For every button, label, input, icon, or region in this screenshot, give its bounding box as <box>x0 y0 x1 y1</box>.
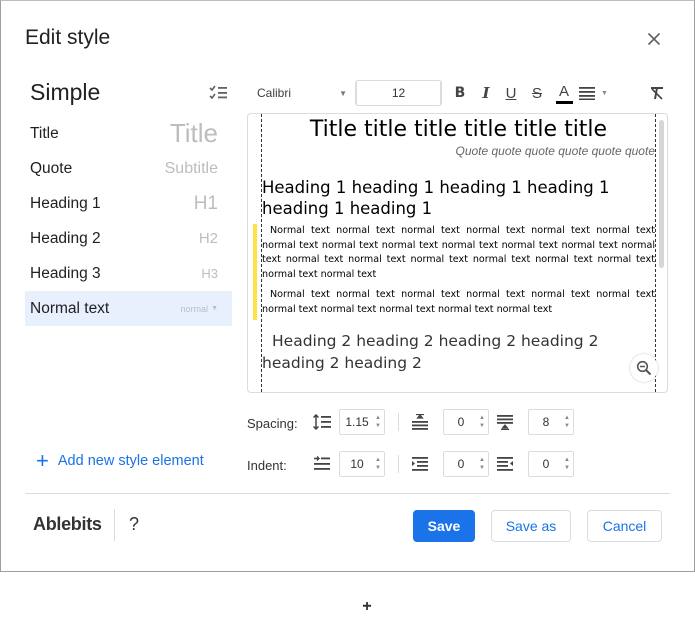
style-item-preview: H2 <box>198 230 218 247</box>
style-item-label: Heading 1 <box>30 194 101 212</box>
add-style-button[interactable]: + Add new style element <box>36 448 204 473</box>
text-color-swatch <box>555 100 573 104</box>
style-item-label: Normal text <box>30 299 110 317</box>
increase-font-size-button[interactable]: + <box>356 591 378 623</box>
italic-button[interactable]: I <box>475 82 497 104</box>
preview-normal-text: Normal text normal text normal text norm… <box>262 225 655 280</box>
space-before-icon <box>412 414 428 430</box>
style-item-label: Title <box>30 124 59 142</box>
footer-divider <box>25 493 670 494</box>
preview-title: Title title title title title title <box>309 117 608 142</box>
style-item-title[interactable]: Title Title <box>25 116 232 151</box>
line-spacing-input[interactable]: 1.15 ▲ ▼ <box>339 409 385 435</box>
style-item-preview: H1 <box>193 192 218 214</box>
clear-formatting-button[interactable] <box>646 82 668 104</box>
divider <box>398 413 399 431</box>
style-list: Title Title Quote Subtitle Heading 1 H1 … <box>25 116 232 326</box>
style-item-preview: Subtitle <box>164 159 218 177</box>
space-before-value: 0 <box>457 415 465 429</box>
save-as-button[interactable]: Save as <box>491 510 571 542</box>
divider <box>114 509 115 541</box>
underline-button[interactable]: U <box>500 82 522 104</box>
theme-name: Simple <box>30 79 101 105</box>
spacing-label: Spacing: <box>247 416 298 431</box>
right-indent-icon <box>497 457 513 471</box>
preview-heading-1: Heading 1 heading 1 heading 1 heading 1 … <box>262 178 610 218</box>
align-justify-icon <box>579 87 595 100</box>
selected-style-marker <box>253 224 257 320</box>
first-line-indent-icon <box>314 456 330 470</box>
space-after-input[interactable]: 8 ▲ ▼ <box>528 409 574 435</box>
clear-formatting-icon <box>651 87 663 100</box>
style-item-label: Heading 2 <box>30 229 101 247</box>
style-item-label: Quote <box>30 159 73 177</box>
close-button[interactable] <box>642 27 666 51</box>
brand-logo: Ablebits <box>33 514 102 534</box>
format-toolbar: Calibri ▼ − 12 + B I U S A ▼ <box>247 80 672 615</box>
help-button[interactable]: ? <box>129 514 139 535</box>
style-item-quote[interactable]: Quote Subtitle <box>25 151 232 186</box>
style-item-heading-3[interactable]: Heading 3 H3 <box>25 256 232 291</box>
caret-down-icon: ▼ <box>211 305 218 312</box>
right-indent-input[interactable]: 0 ▲ ▼ <box>528 451 574 477</box>
font-family-select[interactable]: Calibri ▼ <box>247 80 351 106</box>
style-item-preview: Title <box>169 118 218 148</box>
left-indent-input[interactable]: 0 ▲ ▼ <box>443 451 489 477</box>
font-size-stepper: − 12 + <box>355 80 442 615</box>
align-dropdown[interactable]: ▼ <box>579 82 613 104</box>
style-item-preview: H3 <box>201 266 218 281</box>
spinner-arrows[interactable]: ▲ ▼ <box>372 414 384 430</box>
style-item-label: Heading 3 <box>30 264 101 282</box>
space-after-value: 8 <box>542 415 550 429</box>
bold-button[interactable]: B <box>449 82 471 104</box>
spinner-arrows[interactable]: ▲ ▼ <box>561 414 573 430</box>
spinner-arrows[interactable]: ▲ ▼ <box>372 456 384 472</box>
preview-scrollbar[interactable] <box>659 120 664 268</box>
indent-row: Indent: 10 ▲ ▼ 0 ▲ ▼ 0 ▲ ▼ <box>247 451 577 477</box>
style-item-heading-2[interactable]: Heading 2 H2 <box>25 221 232 256</box>
first-line-indent-value: 10 <box>350 457 364 471</box>
cancel-button[interactable]: Cancel <box>587 510 662 542</box>
space-after-icon <box>497 415 513 430</box>
font-size-input[interactable]: 12 <box>356 81 441 105</box>
first-line-indent-input[interactable]: 10 ▲ ▼ <box>339 451 385 477</box>
close-icon <box>647 32 661 46</box>
right-indent-value: 0 <box>542 457 550 471</box>
line-spacing-icon <box>313 414 331 430</box>
style-item-heading-1[interactable]: Heading 1 H1 <box>25 186 232 221</box>
theme-menu-button[interactable] <box>209 84 229 102</box>
caret-down-icon: ▼ <box>339 88 347 98</box>
space-before-input[interactable]: 0 ▲ ▼ <box>443 409 489 435</box>
preview-normal-text: Normal text normal text normal text norm… <box>262 289 655 315</box>
style-item-preview: normal <box>180 303 209 314</box>
text-color-button[interactable]: A <box>553 82 575 104</box>
plus-icon: + <box>36 448 49 473</box>
style-item-normal-text[interactable]: Normal text normal ▼ <box>25 291 232 326</box>
style-preview: Title title title title title title Quot… <box>247 113 668 393</box>
left-indent-value: 0 <box>457 457 465 471</box>
style-item-dropdown[interactable]: normal ▼ <box>181 304 218 314</box>
caret-down-icon: ▼ <box>601 89 608 97</box>
preview-quote: Quote quote quote quote quote quote <box>455 144 655 158</box>
line-spacing-value: 1.15 <box>345 415 369 429</box>
spinner-arrows[interactable]: ▲ ▼ <box>561 456 573 472</box>
zoom-out-icon <box>636 360 652 376</box>
dialog-title: Edit style <box>25 26 111 49</box>
checklist-icon <box>209 85 227 100</box>
right-margin-guide <box>655 114 656 392</box>
spinner-arrows[interactable]: ▲ ▼ <box>476 456 488 472</box>
spinner-arrows[interactable]: ▲ ▼ <box>476 414 488 430</box>
spacing-row: Spacing: 1.15 ▲ ▼ 0 ▲ ▼ 8 ▲ ▼ <box>247 409 577 435</box>
add-style-label: Add new style element <box>57 453 204 469</box>
save-button[interactable]: Save <box>413 510 475 542</box>
font-family-value: Calibri <box>257 86 292 100</box>
preview-heading-2: Heading 2 heading 2 heading 2 heading 2 … <box>262 332 599 372</box>
strikethrough-button[interactable]: S <box>526 82 548 104</box>
divider <box>398 455 399 473</box>
left-indent-icon <box>412 457 428 471</box>
indent-label: Indent: <box>247 458 287 473</box>
zoom-out-button[interactable] <box>630 354 658 382</box>
text-color-icon: A <box>558 82 569 100</box>
